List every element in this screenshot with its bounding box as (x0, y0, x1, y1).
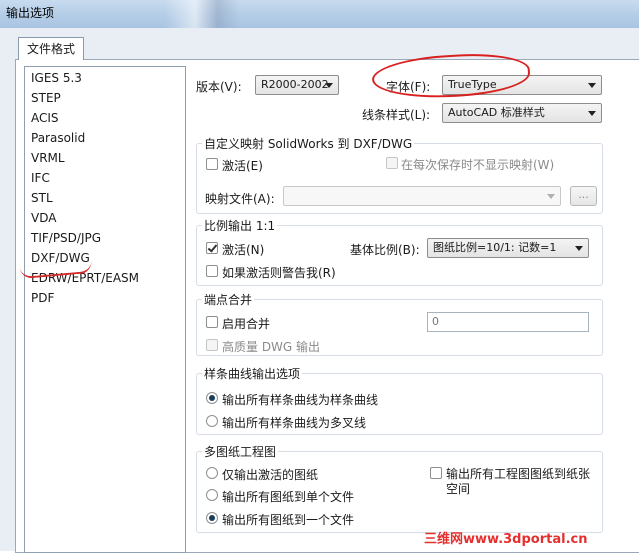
base-scale-value: 图纸比例=10/1: 记数=1 (433, 241, 557, 254)
format-item-vrml[interactable]: VRML (31, 149, 65, 167)
format-item-pdf[interactable]: PDF (31, 289, 54, 307)
format-item-vda[interactable]: VDA (31, 209, 56, 227)
base-scale-label: 基体比例(B): (350, 243, 420, 257)
scale-activate-label: 激活(N) (222, 243, 265, 257)
hq-dwg-checkbox[interactable] (206, 339, 218, 351)
merge-tolerance-input[interactable]: 0 (427, 312, 589, 332)
active-sheet-only-label: 仅输出激活的图纸 (222, 468, 319, 482)
window-title: 输出选项 (6, 6, 55, 20)
version-select-value: R2000-2002 (261, 78, 329, 91)
paper-space-checkbox[interactable] (430, 467, 442, 479)
paper-space-label-line2: 空间 (446, 482, 471, 496)
chevron-down-icon (325, 83, 333, 88)
title-bar: 输出选项 (0, 0, 639, 28)
chevron-down-icon (588, 111, 596, 116)
all-sheets-separate-radio[interactable] (206, 489, 218, 501)
format-item-ifc[interactable]: IFC (31, 169, 50, 187)
spline-as-spline-label: 输出所有样条曲线为样条曲线 (222, 393, 379, 407)
format-item-step[interactable]: STEP (31, 89, 61, 107)
format-item-iges[interactable]: IGES 5.3 (31, 69, 82, 87)
linestyle-label: 线条样式(L): (362, 108, 431, 122)
all-sheets-one-file-radio[interactable] (206, 512, 218, 524)
spline-as-polyline-label: 输出所有样条曲线为多叉线 (222, 416, 367, 430)
custom-map-activate-checkbox[interactable] (206, 158, 218, 170)
map-file-select[interactable] (283, 186, 561, 206)
font-select-value: TrueType (448, 78, 497, 91)
endpoint-merge-title: 端点合并 (202, 291, 255, 308)
all-sheets-one-file-label: 输出所有图纸到一个文件 (222, 513, 355, 527)
spline-as-spline-radio[interactable] (206, 392, 218, 404)
spline-as-polyline-radio[interactable] (206, 415, 218, 427)
enable-merge-checkbox[interactable] (206, 316, 218, 328)
font-select[interactable]: TrueType (442, 75, 602, 95)
warn-label: 如果激活则警告我(R) (222, 266, 336, 280)
multi-sheet-title: 多图纸工程图 (202, 443, 279, 460)
title-bar-decoration (165, 0, 240, 28)
linestyle-select[interactable]: AutoCAD 标准样式 (442, 103, 602, 123)
enable-merge-label: 启用合并 (222, 317, 271, 331)
map-file-label: 映射文件(A): (205, 192, 275, 206)
warn-checkbox[interactable] (206, 265, 218, 277)
chevron-down-icon (547, 194, 555, 199)
custom-map-title: 自定义映射 SolidWorks 到 DXF/DWG (202, 135, 415, 152)
no-show-map-checkbox[interactable] (386, 157, 398, 169)
version-select[interactable]: R2000-2002 (255, 75, 339, 95)
watermark-text: 三维网www.3dportal.cn (424, 532, 588, 547)
browse-button[interactable]: ... (570, 186, 597, 206)
format-item-stl[interactable]: STL (31, 189, 53, 207)
chevron-down-icon (588, 83, 596, 88)
format-list[interactable]: IGES 5.3 STEP ACIS Parasolid VRML IFC ST… (24, 66, 186, 553)
linestyle-select-value: AutoCAD 标准样式 (448, 106, 545, 119)
scale-activate-checkbox[interactable] (206, 242, 218, 254)
scale-output-title: 比例输出 1:1 (202, 217, 278, 234)
tab-file-format[interactable]: 文件格式 (18, 37, 84, 60)
version-label: 版本(V): (196, 80, 242, 94)
format-item-parasolid[interactable]: Parasolid (31, 129, 85, 147)
format-item-tif-psd-jpg[interactable]: TIF/PSD/JPG (31, 229, 101, 247)
no-show-map-label: 在每次保存时不显示映射(W) (401, 158, 555, 172)
format-item-acis[interactable]: ACIS (31, 109, 59, 127)
hq-dwg-label: 高质量 DWG 输出 (222, 340, 321, 354)
active-sheet-only-radio[interactable] (206, 467, 218, 479)
font-label: 字体(F): (386, 80, 431, 94)
custom-map-activate-label: 激活(E) (222, 159, 263, 173)
spline-options-title: 样条曲线输出选项 (202, 365, 303, 382)
all-sheets-separate-label: 输出所有图纸到单个文件 (222, 490, 355, 504)
base-scale-select[interactable]: 图纸比例=10/1: 记数=1 (427, 238, 589, 258)
chevron-down-icon (575, 246, 583, 251)
